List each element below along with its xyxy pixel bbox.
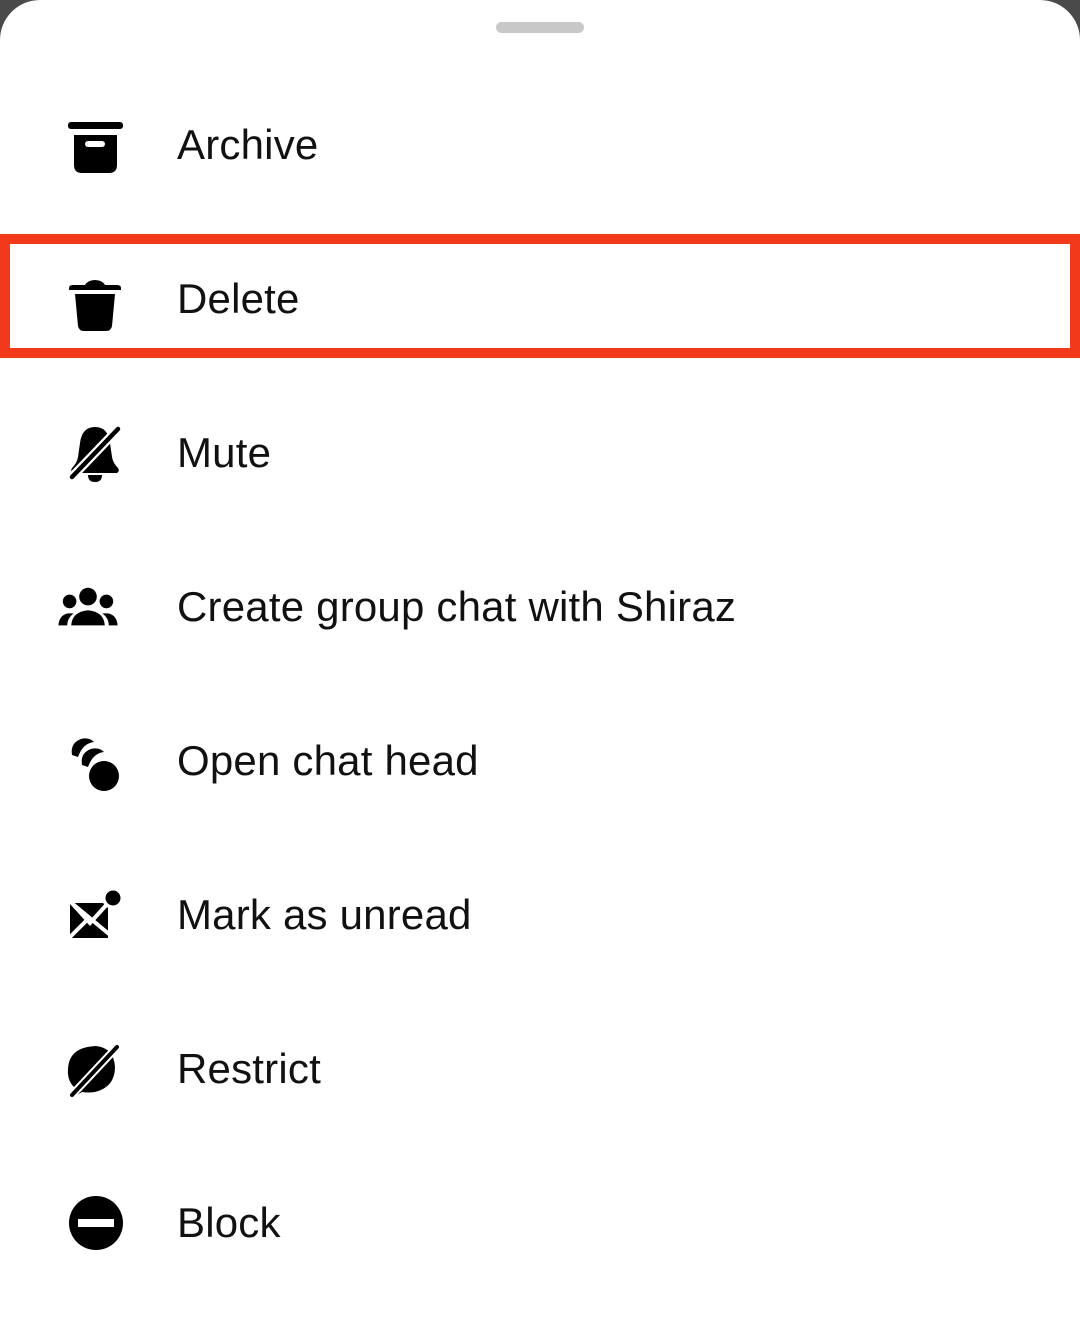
- block-icon: [38, 1183, 138, 1263]
- menu-item-mark-as-unread[interactable]: Mark as unread: [0, 838, 1080, 992]
- menu-item-label: Archive: [177, 121, 319, 168]
- bottom-sheet: Archive Delete Mute Create group chat wi…: [0, 0, 1080, 1319]
- restrict-icon: [38, 1029, 138, 1109]
- menu-item-label: Delete: [177, 275, 300, 322]
- archive-icon: [38, 105, 138, 185]
- menu-item-label: Restrict: [177, 1045, 321, 1092]
- chat-head-icon: [38, 721, 138, 801]
- menu-item-label: Mark as unread: [177, 891, 472, 938]
- group-icon: [38, 567, 138, 647]
- menu-item-label: Open chat head: [177, 737, 479, 784]
- menu-item-open-chat-head[interactable]: Open chat head: [0, 684, 1080, 838]
- menu-item-create-group-chat[interactable]: Create group chat with Shiraz: [0, 530, 1080, 684]
- menu-item-mute[interactable]: Mute: [0, 376, 1080, 530]
- envelope-unread-icon: [38, 875, 138, 955]
- bell-off-icon: [38, 413, 138, 493]
- menu-item-label: Block: [177, 1199, 281, 1246]
- menu-item-label: Mute: [177, 429, 272, 476]
- menu-item-archive[interactable]: Archive: [0, 68, 1080, 222]
- menu-item-delete[interactable]: Delete: [0, 222, 1080, 376]
- menu-item-label: Create group chat with Shiraz: [177, 583, 737, 630]
- trash-icon: [38, 259, 138, 339]
- drag-handle[interactable]: [496, 22, 584, 33]
- menu-item-restrict[interactable]: Restrict: [0, 992, 1080, 1146]
- menu-item-block[interactable]: Block: [0, 1146, 1080, 1300]
